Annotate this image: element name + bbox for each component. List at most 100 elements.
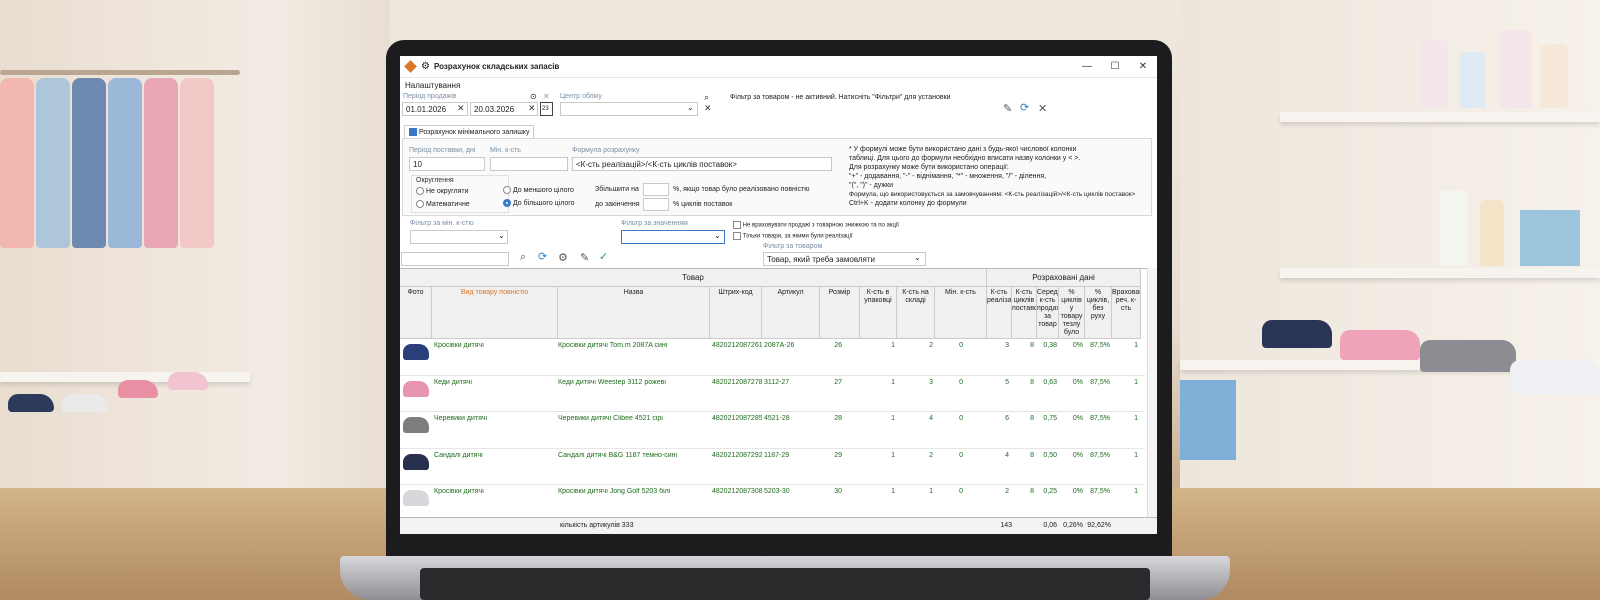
cell-min[interactable]: 0 xyxy=(935,379,963,386)
cell-avg[interactable]: 0,75 xyxy=(1037,415,1057,422)
cell-pct[interactable]: 0% xyxy=(1059,342,1083,349)
cell-pack[interactable]: 1 xyxy=(860,379,895,386)
table-row[interactable] xyxy=(400,374,1145,376)
search-input[interactable] xyxy=(401,252,509,266)
cell-pct[interactable]: 0% xyxy=(1059,415,1083,422)
rounding-option-ceil[interactable]: До більшого цілого xyxy=(503,199,575,207)
col-cycles-pct[interactable]: % циклів у товару тезлу було xyxy=(1059,287,1085,339)
rounding-option-floor[interactable]: До меншого цілого xyxy=(503,186,574,194)
cell-size[interactable]: 30 xyxy=(820,488,842,495)
col-article[interactable]: Артикул xyxy=(762,287,820,339)
cell-stock[interactable]: 2 xyxy=(897,452,933,459)
cell-pct[interactable]: 0% xyxy=(1059,379,1083,386)
min-qty-input[interactable] xyxy=(490,157,568,171)
cell-article[interactable]: 5203-30 xyxy=(764,488,818,495)
col-accounted-qty[interactable]: Враховано реч. к-сть xyxy=(1112,287,1141,339)
clear-from-icon[interactable]: ✕ xyxy=(457,103,465,114)
cell-article[interactable]: 4521-28 xyxy=(764,415,818,422)
cell-sales[interactable]: 3 xyxy=(987,342,1009,349)
cell-name[interactable]: Черевики дитячі Clibee 4521 сірі xyxy=(558,415,708,422)
tab-min-balance[interactable]: Розрахунок мінімального залишку xyxy=(404,125,535,138)
cell-barcode[interactable]: 4820212087261 xyxy=(712,342,762,349)
table-row[interactable] xyxy=(400,411,1145,412)
exclude-promo-checkbox[interactable] xyxy=(733,221,741,229)
accounting-center-select[interactable] xyxy=(560,102,698,116)
cell-min[interactable]: 0 xyxy=(935,342,963,349)
search-icon[interactable]: ⌕ xyxy=(520,251,526,264)
min-balance-checkbox[interactable] xyxy=(409,128,417,136)
col-barcode[interactable]: Штрих-код xyxy=(710,287,762,339)
table-row[interactable] xyxy=(400,484,1145,485)
cell-sales[interactable]: 6 xyxy=(987,415,1009,422)
cell-size[interactable]: 27 xyxy=(820,379,842,386)
cell-barcode[interactable]: 4820212087308 xyxy=(712,488,762,495)
cell-cycles[interactable]: 8 xyxy=(1012,342,1034,349)
close-button[interactable]: ✕ xyxy=(1129,61,1157,72)
check-icon[interactable]: ✓ xyxy=(599,250,608,263)
clear-icon[interactable]: ✕ xyxy=(543,92,550,101)
until-end-input[interactable] xyxy=(643,198,669,211)
increase-input[interactable] xyxy=(643,183,669,196)
only-sold-checkbox[interactable] xyxy=(733,232,741,240)
table-row[interactable] xyxy=(400,447,1145,449)
cell-pct2[interactable]: 87,5% xyxy=(1085,379,1110,386)
col-sales-qty[interactable]: К-сть реалізацій xyxy=(987,287,1012,339)
settings-menu[interactable]: Налаштування xyxy=(400,78,1157,93)
cell-cycles[interactable]: 8 xyxy=(1012,452,1034,459)
formula-input[interactable]: <К-сть реалізацій>/<К-сть циклів поставо… xyxy=(572,157,832,171)
radio-button[interactable] xyxy=(416,187,424,195)
clear-center-icon[interactable]: ✕ xyxy=(704,103,712,114)
cell-avg[interactable]: 0,63 xyxy=(1037,379,1057,386)
gear-icon[interactable]: ⚙ xyxy=(421,61,430,72)
col-stock-qty[interactable]: К-сть на складі xyxy=(897,287,935,339)
cell-avg[interactable]: 0,25 xyxy=(1037,488,1057,495)
cell-pct2[interactable]: 87,5% xyxy=(1085,488,1110,495)
cell-acc[interactable]: 1 xyxy=(1112,342,1138,349)
cell-type[interactable]: Кросівки дитячі xyxy=(434,342,556,349)
cell-pct2[interactable]: 87,5% xyxy=(1085,342,1110,349)
cell-sales[interactable]: 4 xyxy=(987,452,1009,459)
edit-icon[interactable]: ✎ xyxy=(580,251,589,264)
refresh-icon[interactable]: ⟳ xyxy=(1020,101,1029,114)
col-min-qty[interactable]: Мін. к-сть xyxy=(935,287,987,339)
cell-acc[interactable]: 1 xyxy=(1112,415,1138,422)
cell-pct2[interactable]: 87,5% xyxy=(1085,415,1110,422)
cell-min[interactable]: 0 xyxy=(935,452,963,459)
cell-stock[interactable]: 2 xyxy=(897,342,933,349)
vertical-scrollbar[interactable] xyxy=(1147,268,1157,518)
cell-barcode[interactable]: 4820212087292 xyxy=(712,452,762,459)
col-supply-cycles[interactable]: К-сть циклів поставок xyxy=(1012,287,1037,339)
cell-barcode[interactable]: 4820212087285 xyxy=(712,415,762,422)
cell-cycles[interactable]: 8 xyxy=(1012,488,1034,495)
cell-name[interactable]: Кеди дитячі Weestep 3112 рожеві xyxy=(558,379,708,386)
rounding-option-none[interactable]: Не округляти xyxy=(416,187,469,195)
clear-filter-icon[interactable]: ✕ xyxy=(1038,102,1047,115)
cell-cycles[interactable]: 8 xyxy=(1012,415,1034,422)
cell-pct[interactable]: 0% xyxy=(1059,452,1083,459)
cell-avg[interactable]: 0,50 xyxy=(1037,452,1057,459)
cell-article[interactable]: 2087A-26 xyxy=(764,342,818,349)
cell-size[interactable]: 26 xyxy=(820,342,842,349)
cell-type[interactable]: Черевики дитячі xyxy=(434,415,556,422)
cell-name[interactable]: Сандалі дитячі B&G 1187 темно-сині xyxy=(558,452,708,459)
cell-min[interactable]: 0 xyxy=(935,415,963,422)
cell-acc[interactable]: 1 xyxy=(1112,452,1138,459)
only-sold-option[interactable]: Тільки товари, за якими були реалізації xyxy=(733,232,853,240)
cell-article[interactable]: 1187-29 xyxy=(764,452,818,459)
cell-pack[interactable]: 1 xyxy=(860,415,895,422)
cell-sales[interactable]: 5 xyxy=(987,379,1009,386)
supply-period-input[interactable]: 10 xyxy=(409,157,485,171)
cell-acc[interactable]: 1 xyxy=(1112,488,1138,495)
col-type[interactable]: Вид товару повністю xyxy=(432,287,558,339)
cell-name[interactable]: Кросівки дитячі Jong Golf 5203 білі xyxy=(558,488,708,495)
col-photo[interactable]: Фото xyxy=(400,287,432,339)
cell-acc[interactable]: 1 xyxy=(1112,379,1138,386)
col-no-move-pct[interactable]: % циклів, без руху xyxy=(1085,287,1112,339)
cell-type[interactable]: Кросівки дитячі xyxy=(434,488,556,495)
exclude-promo-option[interactable]: Не враховувати продажі з товарною знижко… xyxy=(733,221,899,229)
cell-avg[interactable]: 0,38 xyxy=(1037,342,1057,349)
col-avg-sales[interactable]: Середня к-сть продажу за товар xyxy=(1037,287,1059,339)
rounding-option-math[interactable]: Математичне xyxy=(416,200,470,208)
settings-icon[interactable]: ⚙ xyxy=(558,251,568,264)
cell-barcode[interactable]: 4820212087278 xyxy=(712,379,762,386)
